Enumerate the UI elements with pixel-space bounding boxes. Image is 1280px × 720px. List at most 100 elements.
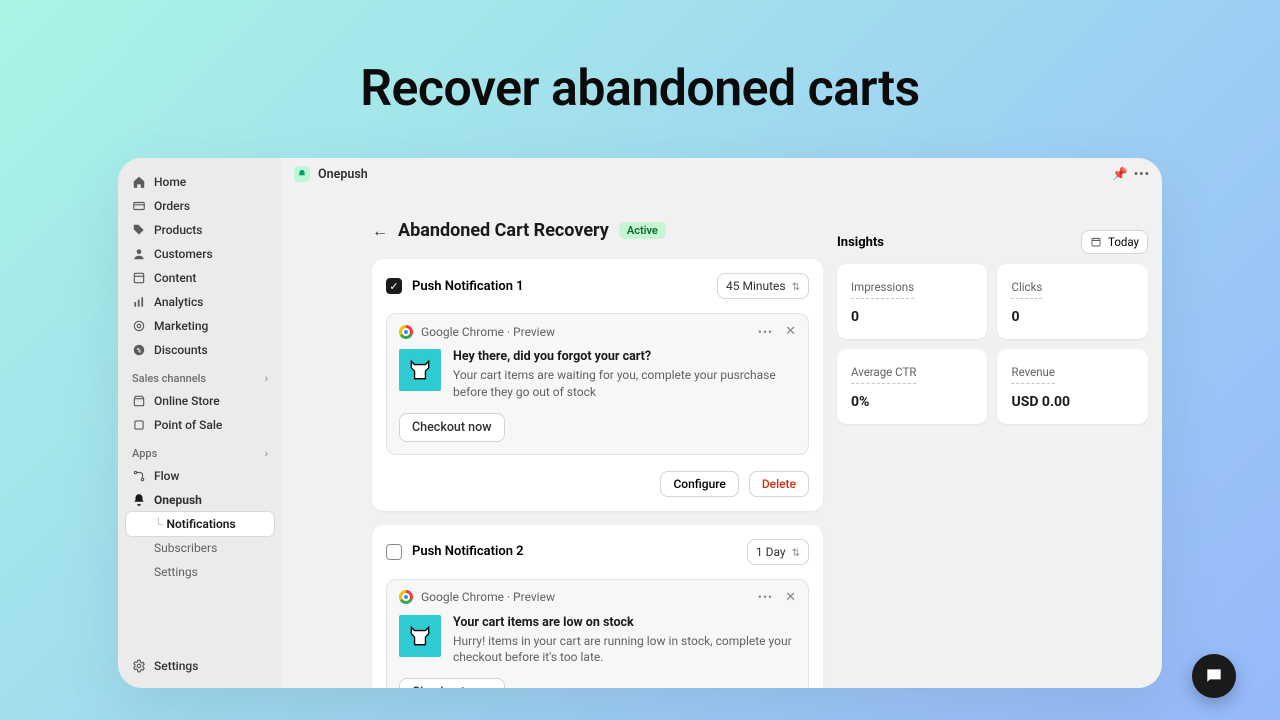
app-window: Home Orders Products Customers Content A… — [118, 158, 1162, 688]
notification-body: Hurry! items in your cart are running lo… — [453, 633, 796, 667]
nav-label: Analytics — [154, 295, 203, 309]
preview-more-icon[interactable]: ••• — [758, 590, 773, 604]
insights-title: Insights — [837, 235, 884, 250]
card-title: Push Notification 1 — [412, 279, 707, 294]
bell-icon — [132, 493, 146, 507]
page-title: Abandoned Cart Recovery — [398, 220, 609, 241]
nav-label: Products — [154, 223, 202, 237]
nav-marketing[interactable]: Marketing — [126, 314, 274, 338]
stat-label: Impressions — [851, 280, 914, 299]
nav-discounts[interactable]: % Discounts — [126, 338, 274, 362]
stat-label: Average CTR — [851, 365, 916, 384]
svg-text:%: % — [137, 346, 142, 354]
stat-value: 0 — [1011, 309, 1134, 325]
main-area: Onepush 📌 ••• ← Abandoned Cart Recovery … — [282, 158, 1162, 688]
configure-button[interactable]: Configure — [660, 471, 738, 497]
delay-select[interactable]: 1 Day — [747, 539, 809, 565]
user-icon — [132, 247, 146, 261]
store-icon — [132, 394, 146, 408]
nav-label: Customers — [154, 247, 213, 261]
notification-preview: Google Chrome · Preview ••• ✕ Your cart … — [386, 579, 809, 688]
enable-checkbox[interactable] — [386, 278, 402, 294]
chat-fab[interactable] — [1192, 654, 1236, 698]
nav-products[interactable]: Products — [126, 218, 274, 242]
preview-source: Google Chrome · Preview — [421, 590, 555, 604]
tag-icon — [132, 223, 146, 237]
nav-flow[interactable]: Flow — [126, 464, 274, 488]
notification-title: Your cart items are low on stock — [453, 615, 796, 630]
card-title: Push Notification 2 — [412, 544, 737, 559]
notification-preview: Google Chrome · Preview ••• ✕ Hey there,… — [386, 313, 809, 455]
more-icon[interactable]: ••• — [1134, 167, 1150, 182]
nav-content[interactable]: Content — [126, 266, 274, 290]
nav-settings[interactable]: Settings — [126, 654, 274, 678]
delay-select[interactable]: 45 Minutes — [717, 273, 809, 299]
chat-icon — [1204, 666, 1224, 686]
back-arrow-icon[interactable]: ← — [372, 221, 388, 241]
preview-source: Google Chrome · Preview — [421, 325, 555, 339]
notification-title: Hey there, did you forgot your cart? — [453, 349, 796, 364]
enable-checkbox[interactable] — [386, 544, 402, 560]
content-icon — [132, 271, 146, 285]
preview-close-icon[interactable]: ✕ — [785, 324, 796, 339]
notification-image — [399, 349, 441, 391]
tree-guide-icon: └ — [154, 517, 163, 531]
notification-body: Your cart items are waiting for you, com… — [453, 367, 796, 401]
stat-value: 0 — [851, 309, 974, 325]
date-range-select[interactable]: Today — [1081, 230, 1148, 254]
notification-image — [399, 615, 441, 657]
nav-customers[interactable]: Customers — [126, 242, 274, 266]
nav-label: Marketing — [154, 319, 208, 333]
topbar: Onepush 📌 ••• — [282, 158, 1162, 190]
preview-close-icon[interactable]: ✕ — [785, 590, 796, 605]
checkout-button[interactable]: Checkout now — [399, 413, 505, 442]
nav-subscribers[interactable]: Subscribers — [126, 536, 274, 560]
stat-value: 0% — [851, 394, 974, 410]
preview-more-icon[interactable]: ••• — [758, 325, 773, 339]
stat-value: USD 0.00 — [1011, 394, 1134, 410]
home-icon — [132, 175, 146, 189]
nav-label: Content — [154, 271, 196, 285]
delete-button[interactable]: Delete — [749, 471, 809, 497]
nav-label: Discounts — [154, 343, 208, 357]
nav-home[interactable]: Home — [126, 170, 274, 194]
sidebar: Home Orders Products Customers Content A… — [118, 158, 282, 688]
nav-online-store[interactable]: Online Store — [126, 389, 274, 413]
hero-title: Recover abandoned carts — [0, 0, 1280, 158]
nav-label: Settings — [154, 659, 198, 673]
stat-ctr: Average CTR 0% — [837, 349, 988, 424]
nav-label: Flow — [154, 469, 179, 483]
app-logo — [294, 166, 310, 182]
updown-icon — [792, 545, 800, 559]
analytics-icon — [132, 295, 146, 309]
nav-onepush[interactable]: Onepush — [126, 488, 274, 512]
nav-label: Home — [154, 175, 186, 189]
nav-label: Onepush — [154, 493, 202, 507]
chrome-icon — [399, 590, 413, 604]
checkout-button[interactable]: Checkout now — [399, 678, 505, 688]
chevron-right-icon[interactable]: › — [265, 372, 268, 385]
stat-impressions: Impressions 0 — [837, 264, 988, 339]
pos-icon — [132, 418, 146, 432]
chrome-icon — [399, 325, 413, 339]
nav-analytics[interactable]: Analytics — [126, 290, 274, 314]
nav-notifications[interactable]: └Notifications — [126, 512, 274, 536]
stat-label: Revenue — [1011, 365, 1055, 384]
nav-orders[interactable]: Orders — [126, 194, 274, 218]
notification-card-2: Push Notification 2 1 Day Google Chrome … — [372, 525, 823, 688]
gear-icon — [132, 659, 146, 673]
orders-icon — [132, 199, 146, 213]
pin-icon[interactable]: 📌 — [1112, 167, 1128, 182]
nav-onepush-settings[interactable]: Settings — [126, 560, 274, 584]
stat-label: Clicks — [1011, 280, 1042, 299]
updown-icon — [792, 279, 800, 293]
status-badge: Active — [619, 222, 666, 239]
chevron-right-icon[interactable]: › — [265, 447, 268, 460]
nav-pos[interactable]: Point of Sale — [126, 413, 274, 437]
nav-label: Orders — [154, 199, 190, 213]
nav-label: Online Store — [154, 394, 220, 408]
target-icon — [132, 319, 146, 333]
section-apps: Apps› — [126, 437, 274, 464]
notification-card-1: Push Notification 1 45 Minutes Google Ch… — [372, 259, 823, 511]
flow-icon — [132, 469, 146, 483]
